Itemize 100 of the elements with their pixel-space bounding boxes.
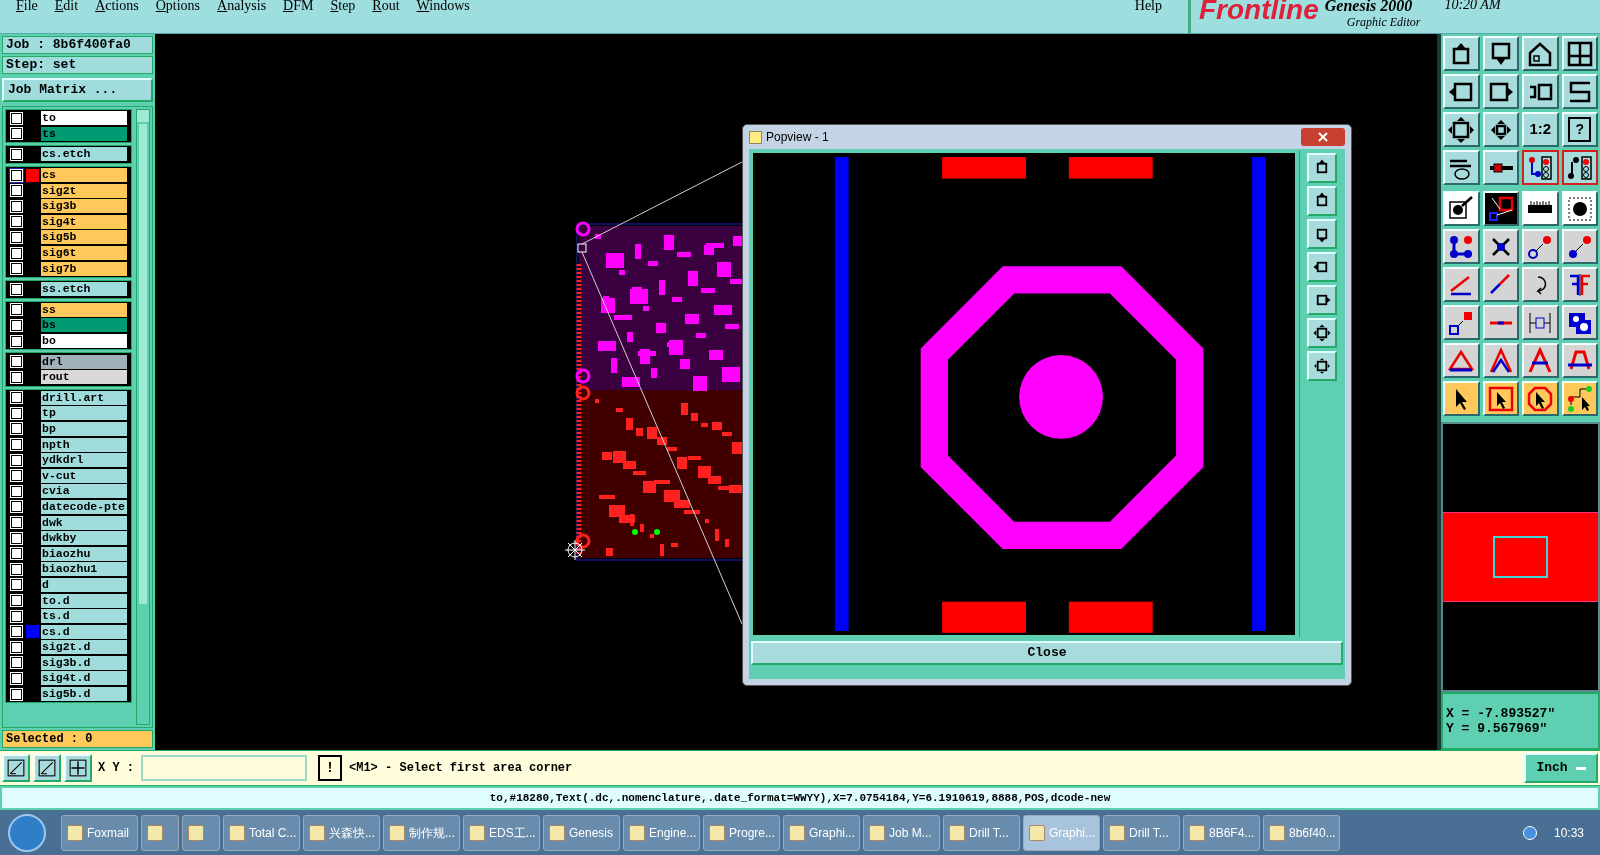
menu-item[interactable]: Rout [372, 0, 400, 12]
taskbar-item[interactable]: Total C... [223, 814, 300, 851]
layer-name[interactable]: ts [41, 126, 127, 141]
taskbar-item[interactable]: Genesis [543, 814, 620, 851]
pad-move-button[interactable] [1443, 305, 1480, 340]
window-button[interactable] [1561, 36, 1598, 71]
layer-name[interactable]: cs.etch [41, 147, 127, 162]
layer-name[interactable]: tp [41, 406, 127, 421]
circuit-button[interactable] [1561, 150, 1598, 185]
layer-name[interactable]: bo [41, 334, 127, 348]
layer-name[interactable]: biaozhu [41, 546, 127, 561]
units-dropdown[interactable]: Inch [1524, 753, 1598, 783]
layer-name[interactable]: drill.art [41, 390, 127, 405]
taskbar-item[interactable]: Progre... [703, 814, 780, 851]
select-net-button[interactable] [1561, 381, 1598, 416]
help-menu[interactable]: Help [1134, 0, 1162, 12]
taskbar-item[interactable] [182, 814, 220, 851]
snap-button[interactable] [2, 754, 30, 782]
snap-button[interactable] [64, 754, 92, 782]
pad-arrow-button[interactable] [1443, 191, 1480, 226]
job-matrix-button[interactable]: Job Matrix ... [2, 78, 153, 102]
view-button[interactable] [1306, 153, 1337, 183]
ruler-button[interactable] [1522, 191, 1559, 226]
box-right-arrow-button[interactable] [1482, 74, 1519, 109]
menu-item[interactable]: Edit [54, 0, 79, 12]
mirror-button[interactable] [1561, 267, 1598, 302]
taskbar-item[interactable]: Drill T... [1103, 814, 1180, 851]
layer-name[interactable]: npth [41, 437, 127, 452]
taskbar-item[interactable]: 8b6f40... [1263, 814, 1340, 851]
layer-name[interactable]: rout [41, 370, 127, 385]
undo-box-button[interactable] [1522, 74, 1559, 109]
layer-name[interactable]: to [41, 111, 127, 126]
view-button[interactable] [1306, 186, 1337, 216]
triangle-button[interactable] [1482, 343, 1519, 378]
home-button[interactable] [1522, 36, 1559, 71]
prompt-button[interactable]: ! [318, 755, 342, 781]
taskbar-item[interactable] [141, 814, 179, 851]
xy-input-field[interactable] [141, 755, 307, 781]
expand-button[interactable] [1443, 112, 1480, 147]
layer-name[interactable]: ts.d [41, 609, 127, 624]
select-button[interactable] [1443, 381, 1480, 416]
layer-name[interactable]: cs [41, 168, 127, 183]
menu-item[interactable]: Actions [95, 0, 139, 12]
tools-button[interactable] [1443, 150, 1480, 185]
layer-name[interactable]: dwk [41, 515, 127, 530]
segment-button[interactable] [1482, 305, 1519, 340]
layer-name[interactable]: to.d [41, 593, 127, 608]
taskbar-item[interactable]: 8B6F4... [1183, 814, 1260, 851]
layer-name[interactable]: v-cut [41, 468, 127, 483]
taskbar-item[interactable]: Job M... [863, 814, 940, 851]
close-icon[interactable] [1301, 128, 1345, 146]
taskbar-item[interactable]: EDS工... [463, 814, 540, 851]
layer-name[interactable]: sig4t.d [41, 671, 127, 686]
view-button[interactable] [1306, 252, 1337, 282]
view-button[interactable] [1306, 351, 1337, 381]
layer-name[interactable]: biaozhu1 [41, 562, 127, 577]
rotate-button[interactable] [1522, 267, 1559, 302]
dotted-pad-button[interactable] [1561, 191, 1598, 226]
layer-name[interactable]: sig2t.d [41, 640, 127, 655]
connect-button[interactable] [1522, 229, 1559, 264]
connect-button[interactable] [1561, 229, 1598, 264]
circuit-button[interactable] [1522, 150, 1559, 185]
menu-item[interactable]: Options [155, 0, 201, 12]
menu-item[interactable]: Windows [416, 0, 470, 12]
taskbar-item[interactable]: 兴森快... [303, 814, 380, 851]
measure-pads-button[interactable] [1482, 191, 1519, 226]
layer-name[interactable]: sig6t [41, 246, 127, 261]
close-button[interactable]: Close [751, 641, 1343, 665]
layer-name[interactable]: sig3b [41, 199, 127, 214]
taskbar-item[interactable]: Foxmail [61, 814, 138, 851]
view-button[interactable] [1306, 219, 1337, 249]
menu-item[interactable]: File [16, 0, 38, 12]
layer-name[interactable]: d [41, 577, 127, 592]
taskbar-item[interactable]: Graphi... [783, 814, 860, 851]
triangle-button[interactable] [1561, 343, 1598, 378]
box-down-arrow-button[interactable] [1482, 36, 1519, 71]
dimension-button[interactable] [1522, 305, 1559, 340]
cross-button[interactable] [1482, 229, 1519, 264]
probe-button[interactable] [1482, 150, 1519, 185]
triangle-button[interactable] [1443, 343, 1480, 378]
layer-name[interactable]: sig7b [41, 261, 127, 276]
menu-item[interactable]: Step [330, 0, 356, 12]
layer-name[interactable]: bp [41, 422, 127, 436]
layer-name[interactable]: sig4t [41, 214, 127, 229]
expand-small-button[interactable] [1482, 112, 1519, 147]
layer-name[interactable]: datecode-pte [41, 499, 127, 514]
layer-name[interactable]: dwkby [41, 531, 127, 546]
layer-name[interactable]: sig3b.d [41, 655, 127, 670]
view-button[interactable] [1306, 285, 1337, 315]
triangle-button[interactable] [1522, 343, 1559, 378]
layer-name[interactable]: cvia [41, 484, 127, 499]
shapes-button[interactable] [1561, 305, 1598, 340]
start-button[interactable] [8, 813, 46, 852]
box-left-arrow-button[interactable] [1443, 74, 1480, 109]
select-polygon-button[interactable] [1522, 381, 1559, 416]
layer-name[interactable]: ss.etch [41, 282, 127, 297]
layer-name[interactable]: bs [41, 318, 127, 333]
view-button[interactable] [1306, 318, 1337, 348]
box-up-arrow-button[interactable] [1443, 36, 1480, 71]
layer-name[interactable]: drl [41, 354, 127, 369]
